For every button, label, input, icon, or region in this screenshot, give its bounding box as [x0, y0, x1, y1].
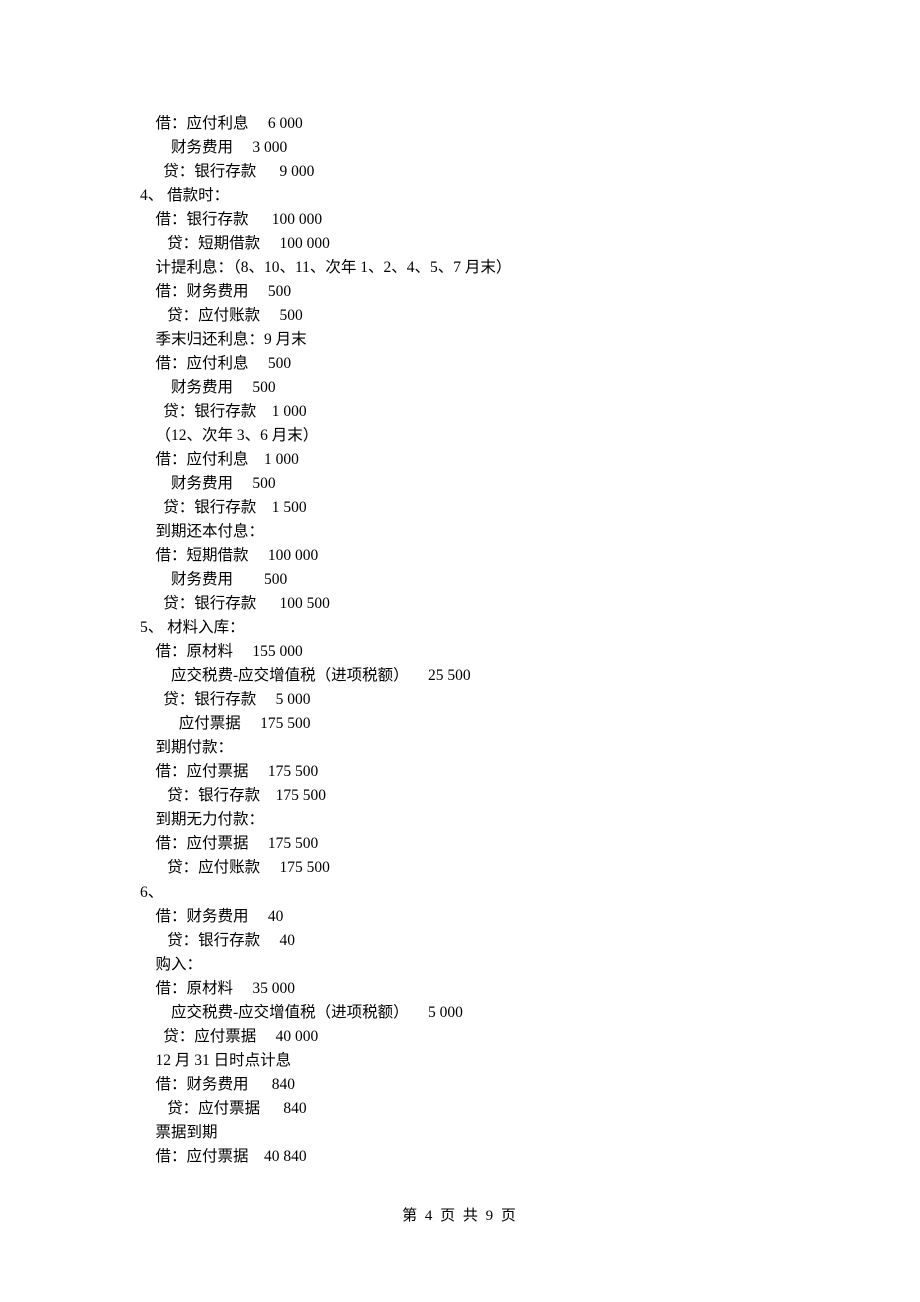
text-line: 借：财务费用 40	[140, 905, 780, 929]
text-line: 到期还本付息：	[140, 520, 780, 544]
text-line: 借：银行存款 100 000	[140, 208, 780, 232]
text-line: 贷：应付账款 175 500	[140, 856, 780, 880]
text-line: 借：财务费用 840	[140, 1073, 780, 1097]
text-line: （12、次年 3、6 月末）	[140, 424, 780, 448]
text-line: 6、	[140, 881, 780, 905]
text-line: 财务费用 500	[140, 472, 780, 496]
text-line: 借：应付利息 6 000	[140, 112, 780, 136]
text-line: 应付票据 175 500	[140, 712, 780, 736]
text-line: 贷：银行存款 1 000	[140, 400, 780, 424]
text-line: 到期无力付款：	[140, 808, 780, 832]
text-line: 借：应付票据 40 840	[140, 1145, 780, 1169]
text-line: 财务费用 3 000	[140, 136, 780, 160]
text-line: 借：应付利息 1 000	[140, 448, 780, 472]
text-line: 贷：银行存款 5 000	[140, 688, 780, 712]
text-line: 票据到期	[140, 1121, 780, 1145]
text-line: 5、 材料入库：	[140, 616, 780, 640]
text-line: 贷：银行存款 40	[140, 929, 780, 953]
text-line: 借：应付利息 500	[140, 352, 780, 376]
text-line: 借：原材料 35 000	[140, 977, 780, 1001]
page-footer: 第 4 页 共 9 页	[140, 1205, 780, 1228]
text-line: 季末归还利息：9 月末	[140, 328, 780, 352]
text-line: 计提利息：（8、10、11、次年 1、2、4、5、7 月末）	[140, 256, 780, 280]
text-line: 贷：短期借款 100 000	[140, 232, 780, 256]
text-line: 应交税费-应交增值税（进项税额） 25 500	[140, 664, 780, 688]
text-line: 应交税费-应交增值税（进项税额） 5 000	[140, 1001, 780, 1025]
text-line: 贷：应付票据 40 000	[140, 1025, 780, 1049]
text-line: 贷：银行存款 1 500	[140, 496, 780, 520]
text-line: 财务费用 500	[140, 376, 780, 400]
text-line: 4、 借款时：	[140, 184, 780, 208]
text-line: 借：应付票据 175 500	[140, 832, 780, 856]
text-line: 借：应付票据 175 500	[140, 760, 780, 784]
document-body: 借：应付利息 6 000 财务费用 3 000 贷：银行存款 9 0004、 借…	[140, 112, 780, 1169]
text-line: 贷：银行存款 175 500	[140, 784, 780, 808]
text-line: 贷：应付账款 500	[140, 304, 780, 328]
text-line: 借：短期借款 100 000	[140, 544, 780, 568]
text-line: 贷：应付票据 840	[140, 1097, 780, 1121]
text-line: 借：原材料 155 000	[140, 640, 780, 664]
text-line: 到期付款：	[140, 736, 780, 760]
text-line: 购入：	[140, 953, 780, 977]
text-line: 财务费用 500	[140, 568, 780, 592]
text-line: 贷：银行存款 100 500	[140, 592, 780, 616]
text-line: 借：财务费用 500	[140, 280, 780, 304]
text-line: 12 月 31 日时点计息	[140, 1049, 780, 1073]
document-page: 借：应付利息 6 000 财务费用 3 000 贷：银行存款 9 0004、 借…	[0, 0, 920, 1288]
text-line: 贷：银行存款 9 000	[140, 160, 780, 184]
